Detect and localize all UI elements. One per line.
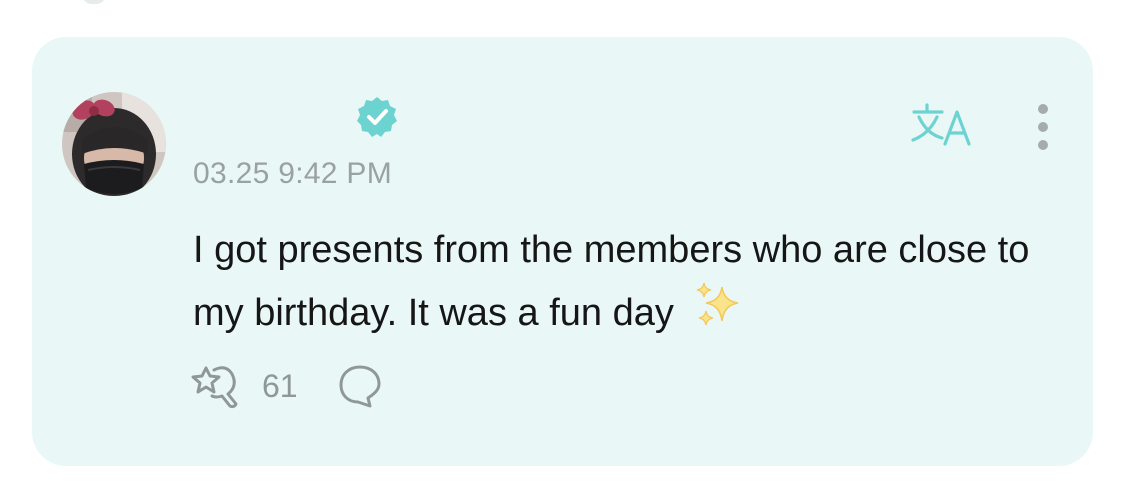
comment-icon[interactable] (336, 362, 384, 410)
post-timestamp: 03.25 9:42 PM (193, 157, 393, 190)
like-icon[interactable] (190, 360, 248, 412)
more-vertical-icon[interactable] (1025, 100, 1061, 154)
post-text: I got presents from the members who are … (193, 229, 1030, 334)
post-actions: 61 (190, 360, 384, 412)
sparkles-emoji-icon (697, 282, 739, 326)
translate-icon[interactable] (907, 100, 977, 150)
post-body: I got presents from the members who are … (193, 220, 1073, 344)
avatar[interactable] (62, 92, 166, 196)
previous-post-edge (82, 0, 106, 4)
like-count: 61 (262, 367, 298, 404)
verified-badge-icon (357, 97, 397, 137)
avatar-image (62, 92, 166, 196)
